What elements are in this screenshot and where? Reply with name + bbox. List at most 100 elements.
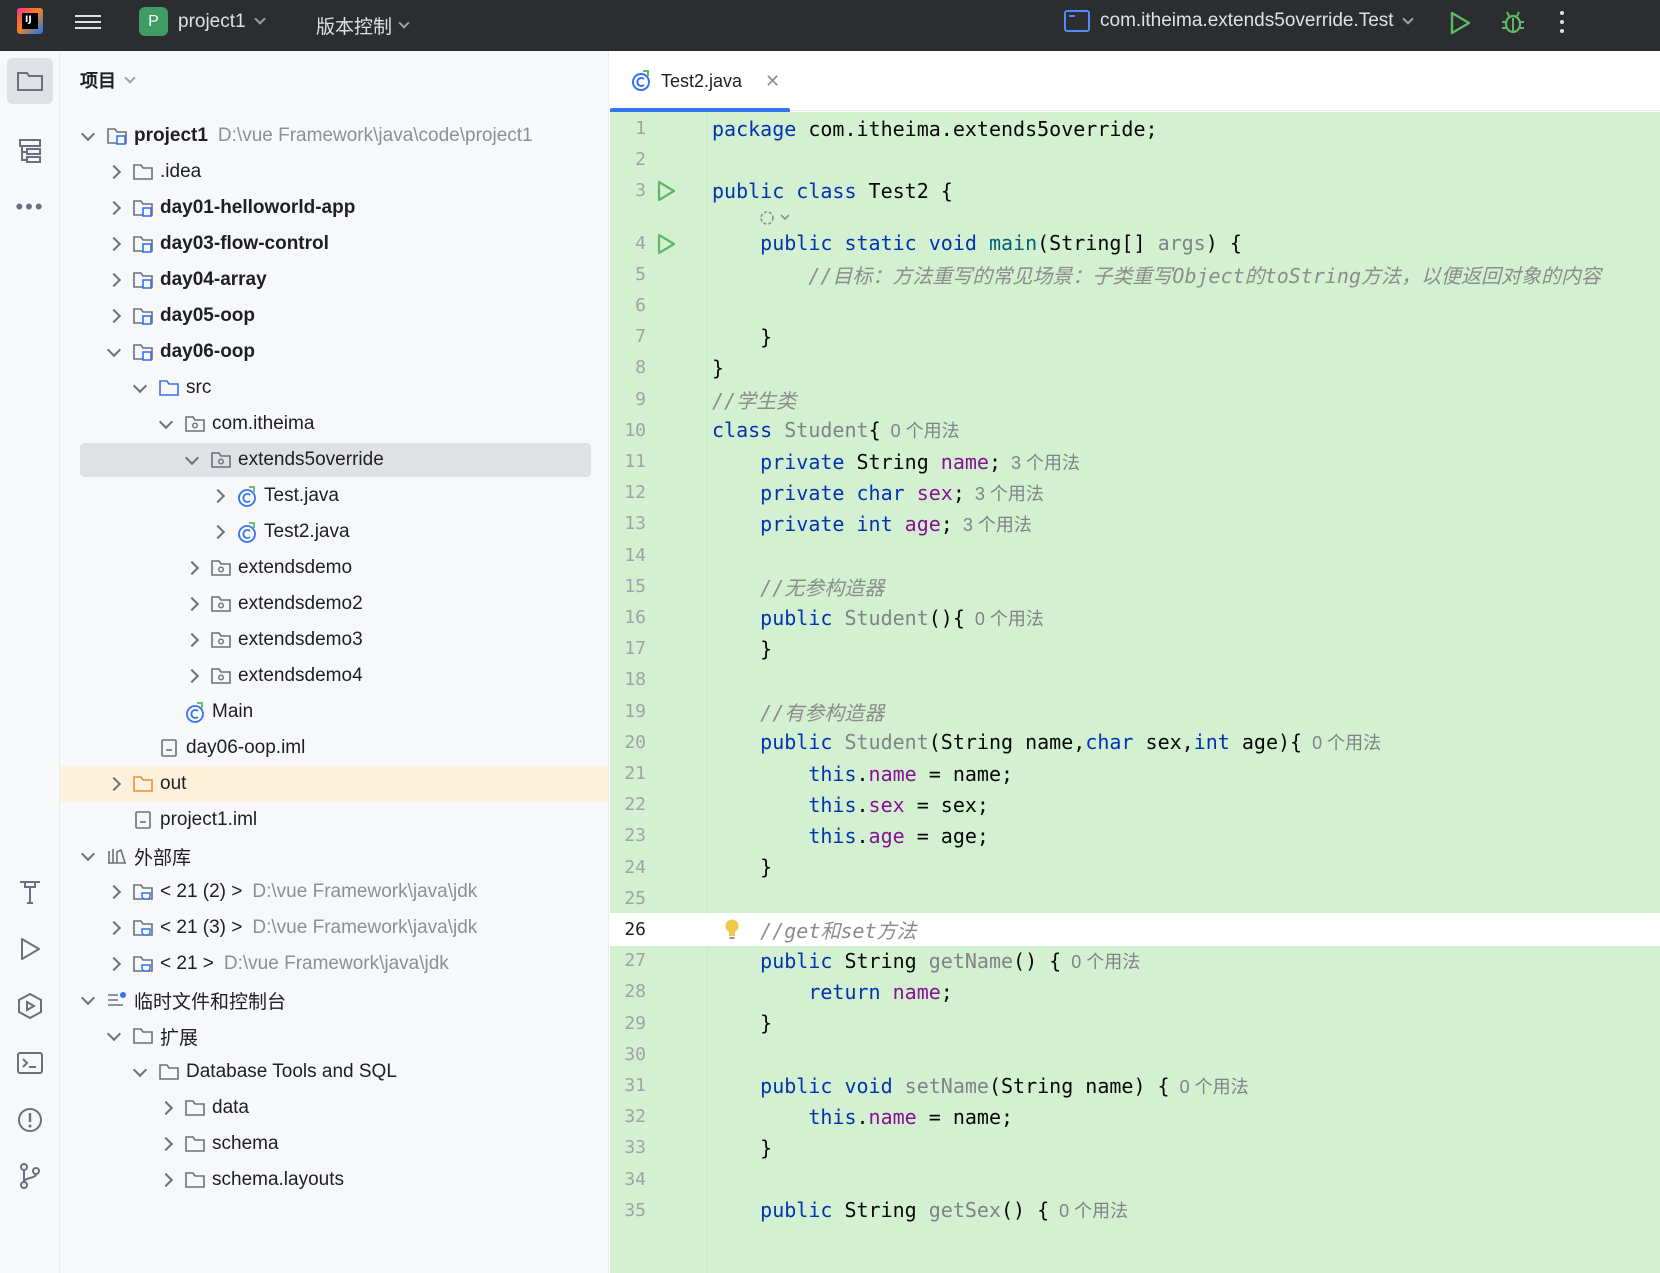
- main-menu-icon[interactable]: [75, 11, 101, 33]
- code-area[interactable]: 1 package com.itheima.extends5override; 2 3…: [610, 112, 1660, 1273]
- line-number[interactable]: 8: [610, 357, 646, 378]
- line-number[interactable]: 33: [610, 1137, 646, 1158]
- structure-tool-button[interactable]: [7, 128, 53, 174]
- tree-item[interactable]: extendsdemo3: [60, 622, 608, 658]
- code-line[interactable]: 32 this.name = name;: [610, 1100, 1660, 1133]
- tree-item[interactable]: day03-flow-control: [60, 226, 608, 262]
- line-number[interactable]: 5: [610, 264, 646, 285]
- code-line[interactable]: 29 }: [610, 1007, 1660, 1040]
- tree-item[interactable]: day06-oop: [60, 334, 608, 370]
- tree-item[interactable]: src: [60, 370, 608, 406]
- chevron-right-icon[interactable]: [104, 270, 124, 290]
- line-number[interactable]: 6: [610, 295, 646, 316]
- project-tool-button[interactable]: [7, 58, 53, 104]
- chevron-down-icon[interactable]: [104, 1026, 124, 1046]
- tree-item[interactable]: < 21 (2) > D:\vue Framework\java\jdk: [60, 874, 608, 910]
- chevron-right-icon[interactable]: [104, 918, 124, 938]
- code-line[interactable]: 27 public String getName() { 0 个用法: [610, 944, 1660, 977]
- services-tool-button[interactable]: [7, 983, 53, 1029]
- run-config-selector[interactable]: com.itheima.extends5override.Test: [1064, 10, 1414, 32]
- line-number[interactable]: 26: [610, 919, 646, 940]
- tree-item[interactable]: < 21 (3) > D:\vue Framework\java\jdk: [60, 910, 608, 946]
- chevron-right-icon[interactable]: [156, 1098, 176, 1118]
- line-number[interactable]: 12: [610, 482, 646, 503]
- line-number[interactable]: 2: [610, 149, 646, 170]
- chevron-down-icon[interactable]: [130, 1062, 150, 1082]
- ai-inlay-icon[interactable]: [758, 208, 798, 228]
- code-line[interactable]: 6: [610, 289, 1660, 322]
- tree-item[interactable]: extendsdemo: [60, 550, 608, 586]
- line-number[interactable]: 29: [610, 1013, 646, 1034]
- chevron-right-icon[interactable]: [156, 1170, 176, 1190]
- tree-item[interactable]: 扩展: [60, 1018, 608, 1054]
- tree-item[interactable]: schema: [60, 1126, 608, 1162]
- gutter-run-icon[interactable]: [656, 180, 676, 202]
- code-line[interactable]: 7 }: [610, 320, 1660, 353]
- chevron-right-icon[interactable]: [182, 630, 202, 650]
- chevron-down-icon[interactable]: [78, 126, 98, 146]
- project-selector[interactable]: P project1: [139, 7, 266, 36]
- code-line[interactable]: 4 public static void main(String[] args)…: [610, 227, 1660, 260]
- tree-item[interactable]: < 21 > D:\vue Framework\java\jdk: [60, 946, 608, 982]
- code-line[interactable]: 1 package com.itheima.extends5override;: [610, 112, 1660, 145]
- tree-item[interactable]: day01-helloworld-app: [60, 190, 608, 226]
- usages-hint[interactable]: 3 个用法: [953, 515, 1032, 535]
- code-line[interactable]: 25: [610, 882, 1660, 915]
- chevron-right-icon[interactable]: [104, 306, 124, 326]
- tree-item[interactable]: 临时文件和控制台: [60, 982, 608, 1018]
- tree-item[interactable]: project1.iml: [60, 802, 608, 838]
- maven-tool-button[interactable]: [7, 869, 53, 915]
- line-number[interactable]: 3: [610, 180, 646, 201]
- tree-item[interactable]: Test.java: [60, 478, 608, 514]
- line-number[interactable]: 28: [610, 981, 646, 1002]
- tree-item[interactable]: Test2.java: [60, 514, 608, 550]
- code-line[interactable]: 35 public String getSex() { 0 个用法: [610, 1194, 1660, 1227]
- chevron-down-icon[interactable]: [130, 378, 150, 398]
- tab-test2-java[interactable]: Test2.java ✕: [610, 51, 790, 113]
- code-line[interactable]: 10 class Student{ 0 个用法: [610, 414, 1660, 447]
- line-number[interactable]: 22: [610, 794, 646, 815]
- line-number[interactable]: 15: [610, 576, 646, 597]
- tree-item[interactable]: out: [60, 766, 608, 802]
- line-number[interactable]: 20: [610, 732, 646, 753]
- usages-hint[interactable]: 0 个用法: [881, 421, 960, 441]
- line-number[interactable]: 31: [610, 1075, 646, 1096]
- code-line[interactable]: 33 }: [610, 1131, 1660, 1164]
- code-line[interactable]: 18: [610, 663, 1660, 696]
- chevron-right-icon[interactable]: [182, 594, 202, 614]
- tree-item[interactable]: extends5override: [60, 442, 608, 478]
- code-line[interactable]: 28 return name;: [610, 975, 1660, 1008]
- chevron-right-icon[interactable]: [156, 1134, 176, 1154]
- chevron-down-icon[interactable]: [182, 450, 202, 470]
- code-line[interactable]: 16 public Student(){ 0 个用法: [610, 601, 1660, 634]
- line-number[interactable]: 27: [610, 950, 646, 971]
- line-number[interactable]: 16: [610, 607, 646, 628]
- line-number[interactable]: 21: [610, 763, 646, 784]
- usages-hint[interactable]: 0 个用法: [965, 609, 1044, 629]
- chevron-right-icon[interactable]: [182, 558, 202, 578]
- tree-item[interactable]: day06-oop.iml: [60, 730, 608, 766]
- line-number[interactable]: 13: [610, 513, 646, 534]
- line-number[interactable]: 24: [610, 857, 646, 878]
- tree-item[interactable]: .idea: [60, 154, 608, 190]
- chevron-down-icon[interactable]: [156, 414, 176, 434]
- chevron-down-icon[interactable]: [78, 846, 98, 866]
- chevron-right-icon[interactable]: [208, 486, 228, 506]
- line-number[interactable]: 9: [610, 389, 646, 410]
- code-line[interactable]: 5 //目标：方法重写的常见场景：子类重写Object的toString方法，以…: [610, 258, 1660, 291]
- code-line[interactable]: 13 private int age; 3 个用法: [610, 507, 1660, 540]
- tree-item[interactable]: data: [60, 1090, 608, 1126]
- more-tools-button[interactable]: •••: [7, 184, 53, 230]
- code-line[interactable]: 2: [610, 143, 1660, 176]
- line-number[interactable]: 14: [610, 545, 646, 566]
- code-line[interactable]: 19 //有参构造器: [610, 695, 1660, 728]
- tree-item[interactable]: day05-oop: [60, 298, 608, 334]
- chevron-right-icon[interactable]: [104, 882, 124, 902]
- code-line[interactable]: 17 }: [610, 632, 1660, 665]
- code-line[interactable]: 31 public void setName(String name) { 0 …: [610, 1069, 1660, 1102]
- code-line[interactable]: 26 //get和set方法: [610, 913, 1660, 946]
- debug-icon[interactable]: [1500, 9, 1526, 35]
- line-number[interactable]: 17: [610, 638, 646, 659]
- line-number[interactable]: 18: [610, 669, 646, 690]
- code-line[interactable]: 12 private char sex; 3 个用法: [610, 476, 1660, 509]
